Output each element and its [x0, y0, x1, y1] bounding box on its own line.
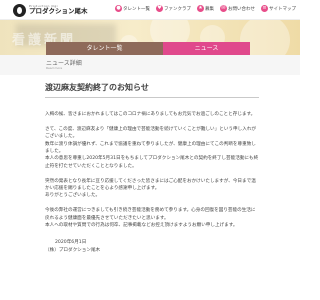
article-title: 渡辺麻友契約終了のお知らせ: [45, 83, 149, 92]
article-date: 2020年6月1日: [55, 240, 87, 246]
utility-nav-label: お問い合わせ: [228, 6, 255, 12]
article-signature: 2020年6月1日 （株）プロダクション尾木: [45, 239, 259, 255]
utility-nav-talent[interactable]: ● タレント一覧: [115, 5, 150, 12]
utility-nav-recruit[interactable]: ★ 募集: [197, 5, 214, 12]
title-divider: [45, 97, 259, 98]
logo-japanese: プロダクション尾木: [29, 7, 88, 16]
utility-nav-contact[interactable]: ✉ お問い合わせ: [220, 5, 255, 12]
nav-news[interactable]: ニュース: [163, 42, 250, 55]
utility-nav-label: タレント一覧: [123, 6, 150, 12]
utility-nav-label: 募集: [205, 6, 214, 12]
top-bar: Production Ogi プロダクション尾木 ● タレント一覧 ♥ ファンクラブ…: [0, 0, 300, 20]
logo-text: Production Ogi プロダクション尾木: [29, 5, 88, 15]
logo-mark-icon: [13, 3, 26, 17]
utility-nav-fanclub[interactable]: ♥ ファンクラブ: [156, 5, 191, 12]
recruit-icon: ★: [197, 5, 204, 12]
utility-nav: ● タレント一覧 ♥ ファンクラブ ★ 募集 ✉ お問い合わせ ≡ サイトマップ: [115, 5, 296, 12]
utility-nav-label: ファンクラブ: [164, 6, 191, 12]
section-header: ニュース詳細 Read more: [0, 55, 300, 75]
news-article: 渡辺麻友契約終了のお知らせ 入梅の候、皆さまにおかれましてはこのコロナ禍にありま…: [45, 82, 259, 255]
sitemap-icon: ≡: [261, 5, 268, 12]
brand-logo[interactable]: Production Ogi プロダクション尾木: [13, 3, 88, 17]
mail-icon: ✉: [220, 5, 227, 12]
fanclub-icon: ♥: [156, 5, 163, 12]
main-nav: タレント一覧 ニュース: [0, 42, 300, 55]
article-company: （株）プロダクション尾木: [45, 248, 101, 254]
utility-nav-sitemap[interactable]: ≡ サイトマップ: [261, 5, 296, 12]
utility-nav-label: サイトマップ: [269, 6, 296, 12]
article-paragraph: 突然の発表となり長年に亘り応援してくださった皆さまにはご心配をおかけいたしますが…: [45, 178, 256, 199]
article-paragraph: 今後の弊社の運営につきましても引き続き芸能活動を務めて参ります。心身の回復を図り…: [45, 208, 256, 229]
talent-icon: ●: [115, 5, 122, 12]
article-paragraph: 入梅の候、皆さまにおかれましてはこのコロナ禍にありましてもお元気でお過ごしのこと…: [45, 112, 256, 117]
section-subtitle: Read more: [46, 66, 63, 70]
nav-talent-list[interactable]: タレント一覧: [46, 42, 163, 55]
article-paragraph: さて、この度、渡辺麻友より「健康上の理由で芸能活動を続けていくことが難しい」とい…: [45, 126, 259, 169]
